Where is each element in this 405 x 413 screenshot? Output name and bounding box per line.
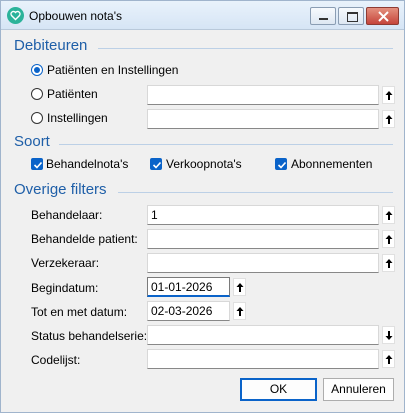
codelijst-input[interactable]	[147, 349, 379, 369]
checkbox-label-verkoopnotas: Verkoopnota's	[166, 157, 242, 171]
radio-label-instellingen: Instellingen	[47, 111, 108, 125]
checkbox-label-abonnementen: Abonnementen	[291, 157, 373, 171]
checkbox-behandelnotas[interactable]	[31, 158, 43, 170]
arrow-up-icon	[385, 259, 393, 268]
checkbox-label-behandelnotas: Behandelnota's	[46, 157, 129, 171]
tot-en-met-datum-label: Tot en met datum:	[31, 305, 128, 319]
codelijst-lookup-button[interactable]	[382, 350, 395, 368]
patienten-lookup-button[interactable]	[382, 86, 395, 104]
behandelaar-input[interactable]: 1	[147, 205, 379, 225]
status-behandelserie-label: Status behandelserie:	[31, 329, 148, 343]
arrow-up-icon	[385, 355, 393, 364]
radio-label-patienten: Patiënten	[47, 87, 98, 101]
window-title: Opbouwen nota's	[29, 9, 123, 23]
arrow-up-icon	[385, 211, 393, 220]
begindatum-lookup-button[interactable]	[233, 278, 246, 296]
verzekeraar-lookup-button[interactable]	[382, 254, 395, 272]
cancel-button[interactable]: Annuleren	[323, 378, 394, 401]
ok-button[interactable]: OK	[240, 378, 317, 401]
section-filters-title: Overige filters	[14, 181, 107, 198]
begindatum-input[interactable]: 01-01-2026	[147, 277, 230, 297]
arrow-up-icon	[385, 115, 393, 124]
checkbox-abonnementen[interactable]	[275, 158, 287, 170]
arrow-up-icon	[236, 307, 244, 316]
dialog-window: Opbouwen nota's Debiteuren Patiënten en …	[0, 0, 405, 413]
tot-en-met-datum-input[interactable]: 02-03-2026	[147, 301, 230, 321]
checkmark-icon	[152, 161, 162, 169]
verzekeraar-label: Verzekeraar:	[31, 256, 100, 270]
maximize-button[interactable]	[338, 7, 364, 25]
section-debiteuren-title: Debiteuren	[14, 37, 88, 54]
arrow-down-icon	[385, 331, 393, 340]
close-icon	[378, 11, 389, 22]
verzekeraar-input[interactable]	[147, 253, 379, 273]
close-button[interactable]	[366, 7, 399, 25]
patienten-input[interactable]	[147, 85, 379, 105]
behandelde-patient-input[interactable]	[147, 229, 379, 249]
section-divider	[118, 192, 393, 193]
minimize-button[interactable]	[310, 7, 336, 25]
behandelaar-label: Behandelaar:	[31, 208, 103, 222]
arrow-up-icon	[385, 235, 393, 244]
section-soort-title: Soort	[14, 133, 50, 150]
codelijst-label: Codelijst:	[31, 353, 81, 367]
instellingen-lookup-button[interactable]	[382, 110, 395, 128]
radio-patienten-en-instellingen[interactable]	[31, 64, 43, 76]
section-divider	[98, 48, 393, 49]
arrow-up-icon	[385, 91, 393, 100]
behandelde-patient-lookup-button[interactable]	[382, 230, 395, 248]
behandelde-patient-label: Behandelde patient:	[31, 232, 138, 246]
status-behandelserie-input[interactable]	[147, 325, 379, 345]
checkmark-icon	[277, 161, 287, 169]
title-bar[interactable]: Opbouwen nota's	[1, 1, 404, 30]
tot-en-met-datum-lookup-button[interactable]	[233, 302, 246, 320]
behandelaar-lookup-button[interactable]	[382, 206, 395, 224]
section-divider	[59, 144, 393, 145]
begindatum-label: Begindatum:	[31, 281, 99, 295]
radio-patienten[interactable]	[31, 88, 43, 100]
checkmark-icon	[33, 161, 43, 169]
app-heart-icon	[7, 7, 24, 24]
radio-instellingen[interactable]	[31, 112, 43, 124]
status-behandelserie-dropdown-button[interactable]	[382, 326, 395, 344]
instellingen-input[interactable]	[147, 109, 379, 129]
checkbox-verkoopnotas[interactable]	[150, 158, 162, 170]
arrow-up-icon	[236, 283, 244, 292]
radio-label-patienten-en-instellingen: Patiënten en Instellingen	[47, 63, 179, 77]
